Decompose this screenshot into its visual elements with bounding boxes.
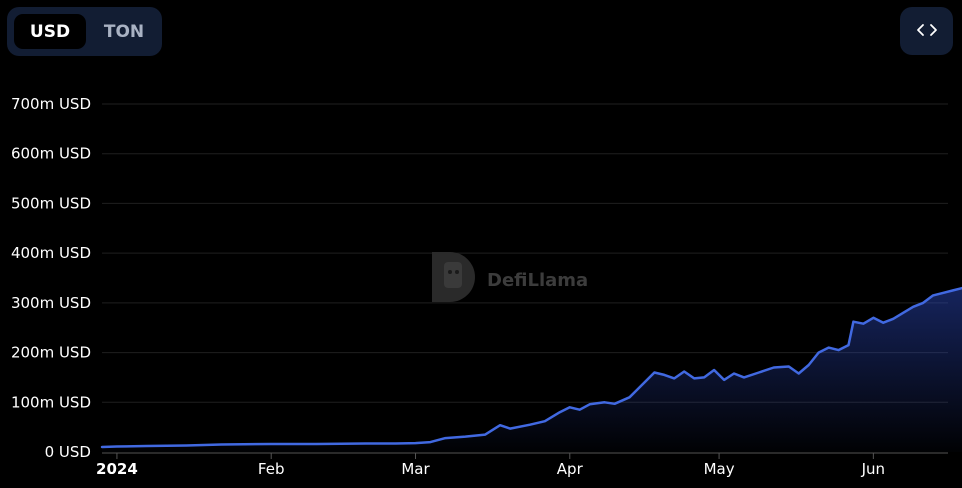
watermark-text: DefiLlama <box>487 270 588 291</box>
y-tick-label: 300m USD <box>11 294 91 312</box>
x-tick-label: Feb <box>258 460 285 478</box>
y-tick-label: 100m USD <box>11 393 91 411</box>
x-tick-label: May <box>704 460 735 478</box>
y-tick-label: 400m USD <box>11 244 91 262</box>
y-tick-label: 200m USD <box>11 344 91 362</box>
y-tick-label: 0 USD <box>45 443 91 461</box>
y-tick-label: 500m USD <box>11 194 91 212</box>
series-area-fill <box>102 288 962 452</box>
x-tick-label: 2024 <box>96 460 138 478</box>
y-tick-label: 600m USD <box>11 145 91 163</box>
x-tick-label: Apr <box>557 460 584 478</box>
y-tick-label: 700m USD <box>11 95 91 113</box>
llama-logo-icon <box>432 252 475 302</box>
x-tick-label: Jun <box>861 460 885 478</box>
defillama-watermark: DefiLlama <box>432 252 588 302</box>
tvl-area-chart: DefiLlama 0 USD 100m USD 200m USD 300m USD 4… <box>11 95 962 478</box>
x-tick-label: Mar <box>401 460 430 478</box>
